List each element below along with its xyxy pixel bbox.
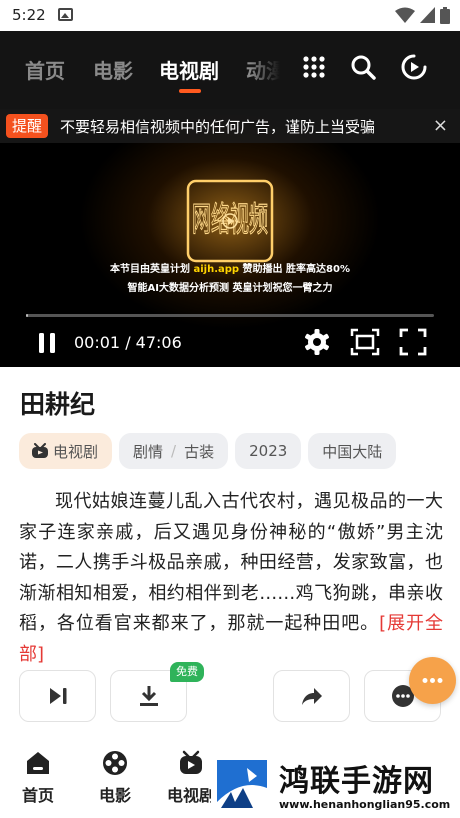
action-buttons: 免费 — [19, 662, 443, 722]
notice-text: 不要轻易相信视频中的任何广告，谨防上当受骗 — [60, 118, 376, 136]
progress-fill — [26, 314, 29, 317]
tv-series-icon — [180, 750, 202, 774]
bottom-nav-home-label: 首页 — [21, 786, 54, 805]
category-label: 电视剧 — [53, 442, 99, 461]
watermark-title: 鸿联手游网 — [279, 764, 434, 799]
ad-text-line1: 本节目由英皇计划 aijh.app 赞助播出 胜率高达80% — [110, 264, 350, 275]
status-time: 5:22 — [12, 6, 46, 24]
description: 现代姑娘连蔓儿乱入古代农村，遇见极品的一大家子连家亲戚，后又遇见身份神秘的“傲娇… — [19, 487, 443, 670]
show-title: 田耕纪 — [20, 390, 96, 419]
region-tag[interactable]: 中国大陆 — [308, 433, 397, 469]
site-watermark: 鸿联手游网 www.henanhonglian95.com — [211, 752, 460, 818]
wifi-icon — [395, 7, 415, 23]
pause-icon[interactable] — [36, 331, 58, 355]
fab-dots-icon — [422, 678, 443, 683]
tabs-fade-edge — [250, 47, 280, 87]
screen-ratio-icon[interactable] — [350, 327, 380, 357]
tv-icon — [32, 443, 48, 458]
settings-gear-icon[interactable] — [302, 327, 332, 357]
history-play-icon[interactable] — [400, 53, 428, 81]
fullscreen-icon[interactable] — [398, 327, 428, 357]
bottom-nav-home[interactable]: 首页 — [8, 750, 68, 806]
next-episode-button[interactable] — [19, 670, 96, 722]
home-icon — [27, 752, 49, 774]
tab-tv-series[interactable]: 电视剧 — [159, 55, 219, 84]
film-reel-icon — [103, 751, 127, 775]
playback-time: 00:01 / 47:06 — [74, 333, 182, 352]
search-icon[interactable] — [349, 53, 377, 81]
genre-separator: / — [171, 442, 177, 460]
watermark-url: www.henanhonglian95.com — [279, 798, 451, 811]
image-notification-icon — [58, 8, 73, 21]
close-notice-button[interactable]: × — [433, 115, 448, 136]
video-logo: 网络视频 — [186, 179, 274, 263]
genre-label-2: 古装 — [184, 442, 215, 461]
free-badge: 免费 — [170, 662, 204, 682]
genre-label-1: 剧情 — [133, 442, 164, 461]
status-indicators — [395, 6, 450, 24]
tag-list: 电视剧 剧情 / 古装 2023 中国大陆 — [19, 433, 397, 469]
category-tag[interactable]: 电视剧 — [19, 433, 113, 469]
year-tag[interactable]: 2023 — [235, 433, 302, 469]
share-button[interactable] — [273, 670, 350, 722]
video-player[interactable]: 提醒 不要轻易相信视频中的任何广告，谨防上当受骗 × 网络视频 本节目由英皇计划… — [0, 109, 460, 367]
grid-menu-icon[interactable] — [300, 53, 328, 81]
progress-bar[interactable] — [26, 314, 434, 317]
status-bar: 5:22 — [0, 0, 460, 31]
active-tab-indicator — [179, 89, 201, 93]
bottom-nav-movies-label: 电影 — [98, 786, 131, 805]
genre-tag[interactable]: 剧情 / 古装 — [119, 433, 229, 469]
signal-icon — [420, 7, 435, 23]
watermark-logo — [217, 760, 267, 810]
share-icon — [302, 688, 322, 705]
bottom-nav-movies[interactable]: 电影 — [85, 750, 145, 806]
tab-movies[interactable]: 电影 — [93, 55, 133, 84]
notice-tag: 提醒 — [6, 114, 49, 138]
notice-bar: 提醒 不要轻易相信视频中的任何广告，谨防上当受骗 × — [0, 109, 460, 143]
ad-text-line2: 智能AI大数据分析预测 英皇计划祝您一臂之力 — [127, 283, 333, 294]
download-icon — [140, 686, 158, 706]
tab-home[interactable]: 首页 — [25, 55, 65, 84]
floating-menu-button[interactable] — [409, 657, 456, 704]
next-episode-icon — [50, 688, 67, 704]
battery-icon — [440, 6, 450, 24]
top-nav: 首页 电影 电视剧 动漫 — [0, 31, 460, 109]
ad-site: aijh.app — [193, 264, 240, 275]
